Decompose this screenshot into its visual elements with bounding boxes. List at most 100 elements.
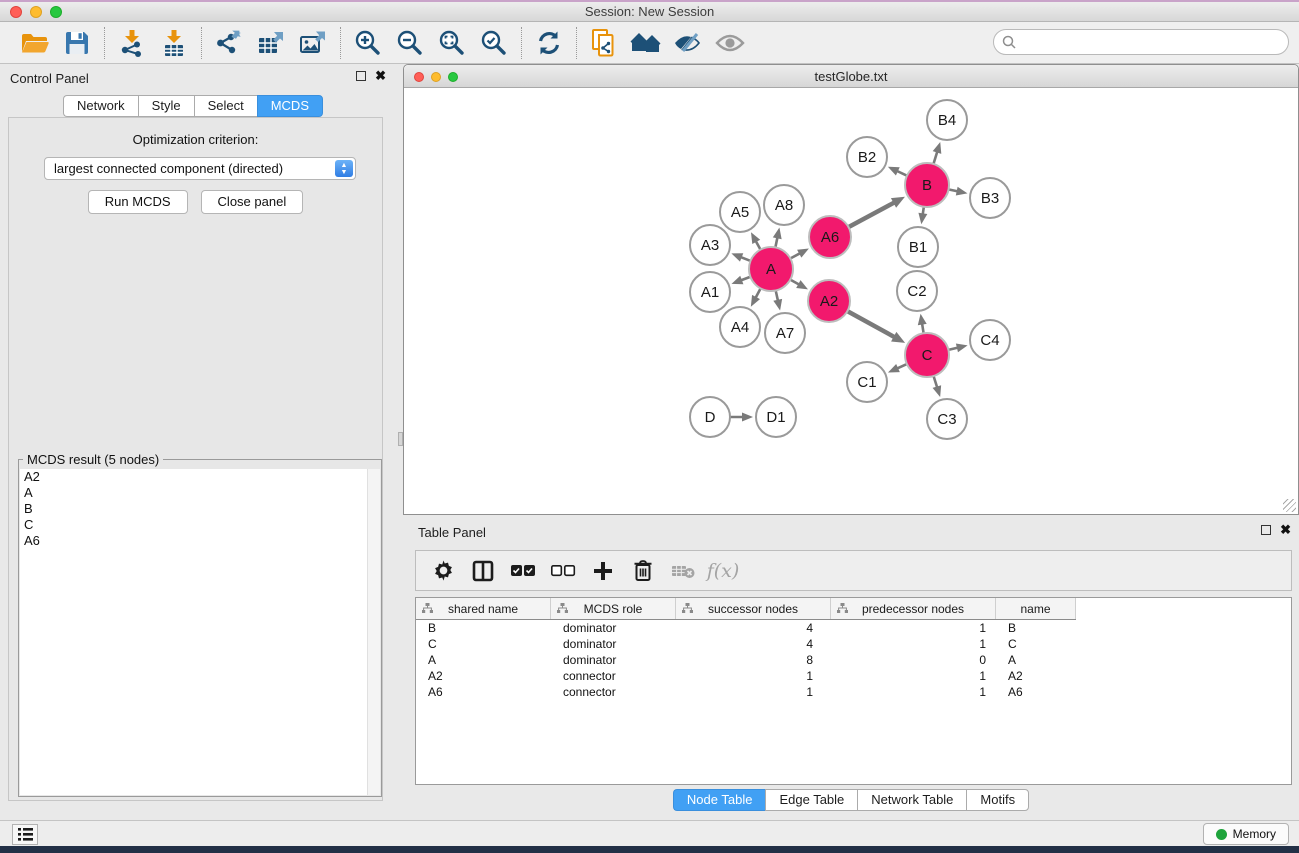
- delete-row-button[interactable]: [626, 555, 660, 587]
- graph-node-B[interactable]: B: [905, 163, 949, 207]
- criterion-dropdown[interactable]: largest connected component (directed) ▲…: [44, 157, 356, 180]
- minimize-window-button[interactable]: [30, 6, 42, 18]
- table-row-A[interactable]: Adominator80A: [416, 652, 1291, 668]
- tab-network[interactable]: Network: [63, 95, 138, 117]
- graph-edge-B-B2[interactable]: [888, 167, 906, 176]
- graph-edge-A-A7[interactable]: [773, 291, 782, 310]
- float-panel-icon[interactable]: [356, 71, 366, 81]
- tab-select[interactable]: Select: [194, 95, 257, 117]
- task-history-button[interactable]: [12, 824, 38, 845]
- add-row-button[interactable]: [586, 555, 620, 587]
- zoom-fit-button[interactable]: [433, 26, 471, 60]
- run-mcds-button[interactable]: Run MCDS: [88, 190, 188, 214]
- graph-node-A1[interactable]: A1: [690, 272, 730, 312]
- show-all-button[interactable]: [711, 26, 749, 60]
- table-row-A6[interactable]: A6connector11A6: [416, 684, 1291, 700]
- network-graph[interactable]: A A1 A2 A3 A4 A5 A6 A7 A8 B B1 B2 B3B4 C C1 C2 C3C4 D D1: [404, 88, 1298, 514]
- graph-edge-A-A4[interactable]: [751, 289, 760, 306]
- settings-button[interactable]: [426, 555, 460, 587]
- tab-edge-table[interactable]: Edge Table: [765, 789, 857, 811]
- network-canvas[interactable]: A A1 A2 A3 A4 A5 A6 A7 A8 B B1 B2 B3B4 C C1 C2 C3C4 D D1: [404, 88, 1298, 514]
- import-table-button[interactable]: [155, 26, 193, 60]
- graph-node-A8[interactable]: A8: [764, 185, 804, 225]
- hide-unselected-button[interactable]: [669, 26, 707, 60]
- graph-node-B3[interactable]: B3: [970, 178, 1010, 218]
- result-scrollbar[interactable]: [367, 469, 380, 795]
- graph-node-B1[interactable]: B1: [898, 227, 938, 267]
- column-header-predecessor-nodes[interactable]: predecessor nodes: [831, 598, 996, 619]
- graph-edge-C-C2[interactable]: [918, 314, 927, 333]
- graph-node-D[interactable]: D: [690, 397, 730, 437]
- table-row-C[interactable]: Cdominator41C: [416, 636, 1291, 652]
- refresh-button[interactable]: [530, 26, 568, 60]
- zoom-selected-button[interactable]: [475, 26, 513, 60]
- column-header-name[interactable]: name: [996, 598, 1076, 619]
- export-table-button[interactable]: [252, 26, 290, 60]
- graph-edge-A-A8[interactable]: [773, 228, 782, 247]
- graph-node-C4[interactable]: C4: [970, 320, 1010, 360]
- mcds-result-list[interactable]: A2ABCA6: [20, 469, 380, 795]
- result-item-A[interactable]: A: [20, 485, 380, 501]
- column-header-shared-name[interactable]: shared name: [416, 598, 551, 619]
- close-panel-button[interactable]: Close panel: [201, 190, 304, 214]
- graph-node-A3[interactable]: A3: [690, 225, 730, 265]
- graph-node-D1[interactable]: D1: [756, 397, 796, 437]
- graph-node-C1[interactable]: C1: [847, 362, 887, 402]
- open-session-button[interactable]: [16, 26, 54, 60]
- graph-node-C2[interactable]: C2: [897, 271, 937, 311]
- graph-edge-B-B1[interactable]: [918, 208, 927, 224]
- window-resize-grip[interactable]: [1283, 499, 1296, 512]
- graph-edge-A-A6[interactable]: [791, 248, 809, 258]
- graph-node-A[interactable]: A: [749, 247, 793, 291]
- select-all-button[interactable]: [506, 555, 540, 587]
- tab-network-table[interactable]: Network Table: [857, 789, 966, 811]
- close-panel-icon[interactable]: ✖: [375, 71, 386, 81]
- result-item-C[interactable]: C: [20, 517, 380, 533]
- graph-edge-A-A3[interactable]: [731, 253, 749, 261]
- graph-edge-A2-C[interactable]: [848, 312, 905, 343]
- result-item-A2[interactable]: A2: [20, 469, 380, 485]
- deselect-all-button[interactable]: [546, 555, 580, 587]
- export-image-button[interactable]: [294, 26, 332, 60]
- zoom-window-button[interactable]: [50, 6, 62, 18]
- graph-edge-B-B3[interactable]: [950, 187, 968, 196]
- graph-node-A6[interactable]: A6: [809, 216, 851, 258]
- graph-edge-B-B4[interactable]: [933, 142, 942, 163]
- graph-edge-A-A1[interactable]: [732, 276, 750, 284]
- copy-session-button[interactable]: [585, 26, 623, 60]
- column-header-MCDS-role[interactable]: MCDS role: [551, 598, 676, 619]
- float-table-panel-icon[interactable]: [1261, 525, 1271, 535]
- graph-edge-A-A5[interactable]: [751, 232, 760, 249]
- search-input[interactable]: [993, 29, 1289, 55]
- graph-edge-C-C3[interactable]: [933, 377, 942, 397]
- zoom-in-button[interactable]: [349, 26, 387, 60]
- import-network-button[interactable]: [113, 26, 151, 60]
- tab-node-table[interactable]: Node Table: [673, 789, 766, 811]
- graph-edge-D-D1[interactable]: [731, 413, 753, 422]
- graph-node-A7[interactable]: A7: [765, 313, 805, 353]
- save-session-button[interactable]: [58, 26, 96, 60]
- graph-edge-C-C1[interactable]: [888, 364, 906, 373]
- zoom-out-button[interactable]: [391, 26, 429, 60]
- graph-node-A2[interactable]: A2: [808, 280, 850, 322]
- graph-edge-A6-B[interactable]: [849, 197, 905, 227]
- export-network-button[interactable]: [210, 26, 248, 60]
- graph-node-B2[interactable]: B2: [847, 137, 887, 177]
- home-button[interactable]: [627, 26, 665, 60]
- graph-node-B4[interactable]: B4: [927, 100, 967, 140]
- panel-divider-grip[interactable]: [398, 432, 403, 446]
- close-table-panel-icon[interactable]: ✖: [1280, 525, 1291, 535]
- column-header-successor-nodes[interactable]: successor nodes: [676, 598, 831, 619]
- graph-edge-C-C4[interactable]: [949, 343, 967, 352]
- table-row-B[interactable]: Bdominator41B: [416, 620, 1291, 636]
- graph-node-A5[interactable]: A5: [720, 192, 760, 232]
- split-panel-button[interactable]: [466, 555, 500, 587]
- tab-motifs[interactable]: Motifs: [966, 789, 1029, 811]
- network-window-titlebar[interactable]: testGlobe.txt: [404, 65, 1298, 88]
- close-window-button[interactable]: [10, 6, 22, 18]
- graph-node-A4[interactable]: A4: [720, 307, 760, 347]
- graph-node-C3[interactable]: C3: [927, 399, 967, 439]
- memory-button[interactable]: Memory: [1203, 823, 1289, 845]
- graph-node-C[interactable]: C: [905, 333, 949, 377]
- tab-mcds[interactable]: MCDS: [257, 95, 323, 117]
